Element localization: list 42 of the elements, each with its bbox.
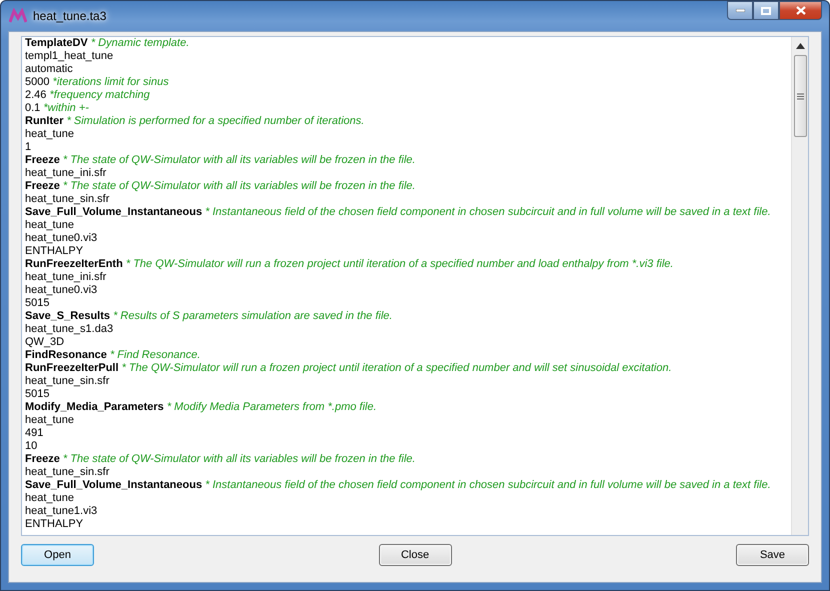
value-line: ENTHALPY <box>25 518 84 531</box>
close-dialog-button[interactable]: Close <box>378 544 452 566</box>
value-line: 5015 <box>25 388 50 401</box>
command-line: Freeze * The state of QW-Simulator with all its variables will be frozen in the file. <box>25 453 416 466</box>
value-line: heat_tune <box>25 128 75 141</box>
window-title: heat_tune.ta3 <box>33 9 106 23</box>
value-line: 5000 *iterations limit for sinus <box>25 76 170 89</box>
command-line: Freeze * The state of QW-Simulator with all its variables will be frozen in the file. <box>25 180 416 193</box>
command-line: RunFreezeIterEnth * The QW-Simulator will run a frozen project until iteration of a specified number and load enthalpy from *.vi3 file. <box>25 258 674 271</box>
value-line: heat_tune_s1.da3 <box>25 323 114 336</box>
value-line: heat_tune <box>25 414 75 427</box>
value-line: heat_tune <box>25 219 75 232</box>
command-line: Save_S_Results * Results of S parameters simulation are saved in the file. <box>25 310 394 323</box>
command-line: RunFreezeIterPull * The QW-Simulator will run a frozen project until iteration of a specified number and will set sinusoidal excitation. <box>25 362 673 375</box>
value-line: 5015 <box>25 297 50 310</box>
value-line: 491 <box>25 427 44 440</box>
value-line: 1 <box>25 141 32 154</box>
command-line: Freeze * The state of QW-Simulator with all its variables will be frozen in the file. <box>25 154 416 167</box>
value-line: heat_tune_ini.sfr <box>25 271 108 284</box>
command-line: Save_Full_Volume_Instantaneous * Instantaneous field of the chosen field component in chosen subcircuit and in full volume will be saved in a text file. <box>25 479 772 492</box>
command-line: RunIter * Simulation is performed for a specified number of iterations. <box>25 115 366 128</box>
value-line: heat_tune_sin.sfr <box>25 466 110 479</box>
value-line: 0.1 *within +- <box>25 102 90 115</box>
value-line: heat_tune_sin.sfr <box>25 193 110 206</box>
value-line: heat_tune0.vi3 <box>25 284 98 297</box>
command-line: TemplateDV * Dynamic template. <box>25 37 190 50</box>
value-line: templ1_heat_tune <box>25 50 114 63</box>
value-line: heat_tune1.vi3 <box>25 505 98 518</box>
value-line: heat_tune <box>25 492 75 505</box>
value-line: automatic <box>25 63 74 76</box>
command-line: Save_Full_Volume_Instantaneous * Instantaneous field of the chosen field component in chosen subcircuit and in full volume will be saved in a text file. <box>25 206 772 219</box>
value-line: heat_tune_ini.sfr <box>25 167 108 180</box>
open-button[interactable]: Open <box>21 544 94 566</box>
value-line: heat_tune_sin.sfr <box>25 375 110 388</box>
value-line: 2.46 *frequency matching <box>25 89 151 102</box>
value-line: heat_tune0.vi3 <box>25 232 98 245</box>
value-line: ENTHALPY <box>25 245 84 258</box>
command-line: FindResonance * Find Resonance. <box>25 349 202 362</box>
command-line: Modify_Media_Parameters * Modify Media Parameters from *.pmo file. <box>25 401 378 414</box>
value-line: 10 <box>25 440 38 453</box>
save-button[interactable]: Save <box>736 544 809 566</box>
value-line: QW_3D <box>25 336 66 349</box>
